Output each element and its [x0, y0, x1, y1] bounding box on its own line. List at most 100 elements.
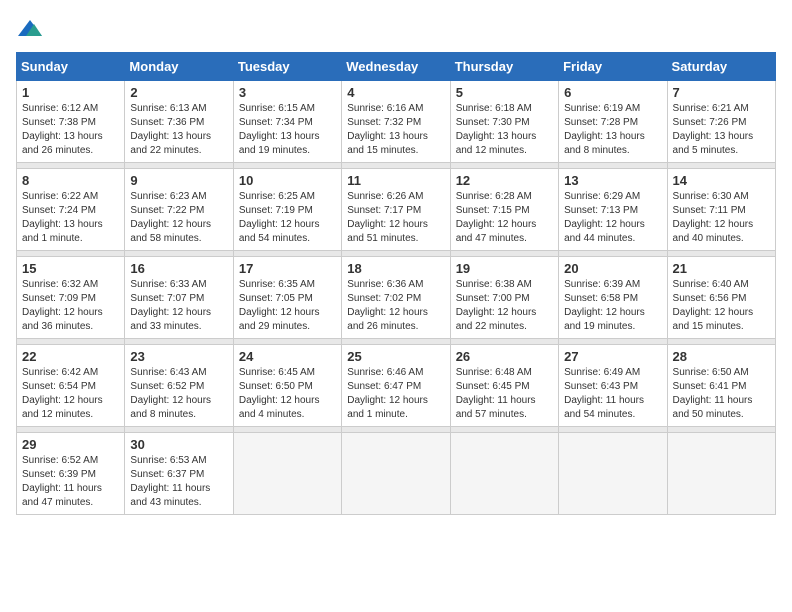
calendar-cell: 9 Sunrise: 6:23 AM Sunset: 7:22 PM Daylig… — [125, 169, 233, 251]
day-header-tuesday: Tuesday — [233, 53, 341, 81]
calendar-cell: 11 Sunrise: 6:26 AM Sunset: 7:17 PM Dayli… — [342, 169, 450, 251]
calendar-cell — [667, 433, 775, 515]
calendar-cell: 21Sunrise: 6:40 AM Sunset: 6:56 PM Dayli… — [667, 257, 775, 339]
day-number: 3 — [239, 85, 336, 100]
day-info: Sunrise: 6:53 AM Sunset: 6:37 PM Dayligh… — [130, 454, 227, 510]
day-number: 12 — [456, 173, 553, 188]
day-info: Sunrise: 6:18 AM Sunset: 7:30 PM Dayligh… — [456, 102, 553, 158]
day-number: 22 — [22, 349, 119, 364]
calendar-cell: 22 Sunrise: 6:42 AM Sunset: 6:54 PM Dayli… — [17, 345, 125, 427]
day-number: 16 — [130, 261, 227, 276]
day-number: 10 — [239, 173, 336, 188]
calendar-cell: 20 Sunrise: 6:39 AM Sunset: 6:58 PM Dayli… — [559, 257, 667, 339]
calendar-cell: 28 Sunrise: 6:50 AM Sunset: 6:41 PM Dayli… — [667, 345, 775, 427]
day-number: 6 — [564, 85, 661, 100]
calendar-cell — [559, 433, 667, 515]
day-number: 2 — [130, 85, 227, 100]
day-number: 30 — [130, 437, 227, 452]
calendar-cell: 30 Sunrise: 6:53 AM Sunset: 6:37 PM Dayli… — [125, 433, 233, 515]
calendar-week-1: 1Sunrise: 6:12 AM Sunset: 7:38 PM Daylig… — [17, 81, 776, 163]
day-info: Sunrise: 6:32 AM Sunset: 7:09 PM Dayligh… — [22, 278, 119, 334]
calendar-cell: 13Sunrise: 6:29 AM Sunset: 7:13 PM Dayli… — [559, 169, 667, 251]
calendar-cell: 12 Sunrise: 6:28 AM Sunset: 7:15 PM Dayli… — [450, 169, 558, 251]
calendar-week-5: 29 Sunrise: 6:52 AM Sunset: 6:39 PM Dayli… — [17, 433, 776, 515]
day-info: Sunrise: 6:15 AM Sunset: 7:34 PM Dayligh… — [239, 102, 336, 158]
day-info: Sunrise: 6:39 AM Sunset: 6:58 PM Dayligh… — [564, 278, 661, 334]
calendar-cell: 27Sunrise: 6:49 AM Sunset: 6:43 PM Dayli… — [559, 345, 667, 427]
day-info: Sunrise: 6:23 AM Sunset: 7:22 PM Dayligh… — [130, 190, 227, 246]
day-info: Sunrise: 6:46 AM Sunset: 6:47 PM Dayligh… — [347, 366, 444, 422]
calendar-week-3: 15 Sunrise: 6:32 AM Sunset: 7:09 PM Dayli… — [17, 257, 776, 339]
day-number: 15 — [22, 261, 119, 276]
day-number: 7 — [673, 85, 770, 100]
day-number: 5 — [456, 85, 553, 100]
calendar-cell: 18Sunrise: 6:36 AM Sunset: 7:02 PM Dayli… — [342, 257, 450, 339]
day-info: Sunrise: 6:35 AM Sunset: 7:05 PM Dayligh… — [239, 278, 336, 334]
day-info: Sunrise: 6:13 AM Sunset: 7:36 PM Dayligh… — [130, 102, 227, 158]
day-info: Sunrise: 6:48 AM Sunset: 6:45 PM Dayligh… — [456, 366, 553, 422]
day-info: Sunrise: 6:28 AM Sunset: 7:15 PM Dayligh… — [456, 190, 553, 246]
day-info: Sunrise: 6:50 AM Sunset: 6:41 PM Dayligh… — [673, 366, 770, 422]
day-info: Sunrise: 6:22 AM Sunset: 7:24 PM Dayligh… — [22, 190, 119, 246]
day-header-monday: Monday — [125, 53, 233, 81]
day-header-friday: Friday — [559, 53, 667, 81]
calendar-cell: 16 Sunrise: 6:33 AM Sunset: 7:07 PM Dayli… — [125, 257, 233, 339]
calendar-cell: 2 Sunrise: 6:13 AM Sunset: 7:36 PM Daylig… — [125, 81, 233, 163]
calendar-cell: 5 Sunrise: 6:18 AM Sunset: 7:30 PM Daylig… — [450, 81, 558, 163]
day-info: Sunrise: 6:49 AM Sunset: 6:43 PM Dayligh… — [564, 366, 661, 422]
day-number: 18 — [347, 261, 444, 276]
day-number: 24 — [239, 349, 336, 364]
calendar-cell: 29 Sunrise: 6:52 AM Sunset: 6:39 PM Dayli… — [17, 433, 125, 515]
day-info: Sunrise: 6:33 AM Sunset: 7:07 PM Dayligh… — [130, 278, 227, 334]
day-number: 17 — [239, 261, 336, 276]
day-info: Sunrise: 6:26 AM Sunset: 7:17 PM Dayligh… — [347, 190, 444, 246]
calendar-cell: 14Sunrise: 6:30 AM Sunset: 7:11 PM Dayli… — [667, 169, 775, 251]
day-number: 29 — [22, 437, 119, 452]
day-number: 20 — [564, 261, 661, 276]
day-info: Sunrise: 6:45 AM Sunset: 6:50 PM Dayligh… — [239, 366, 336, 422]
day-number: 28 — [673, 349, 770, 364]
calendar-cell: 24 Sunrise: 6:45 AM Sunset: 6:50 PM Dayli… — [233, 345, 341, 427]
day-number: 8 — [22, 173, 119, 188]
calendar-cell: 26 Sunrise: 6:48 AM Sunset: 6:45 PM Dayli… — [450, 345, 558, 427]
calendar-cell: 17 Sunrise: 6:35 AM Sunset: 7:05 PM Dayli… — [233, 257, 341, 339]
calendar-cell — [450, 433, 558, 515]
day-number: 4 — [347, 85, 444, 100]
calendar-cell — [342, 433, 450, 515]
day-header-sunday: Sunday — [17, 53, 125, 81]
day-header-saturday: Saturday — [667, 53, 775, 81]
calendar-header-row: SundayMondayTuesdayWednesdayThursdayFrid… — [17, 53, 776, 81]
day-number: 11 — [347, 173, 444, 188]
calendar-cell: 10 Sunrise: 6:25 AM Sunset: 7:19 PM Dayli… — [233, 169, 341, 251]
day-number: 9 — [130, 173, 227, 188]
day-info: Sunrise: 6:25 AM Sunset: 7:19 PM Dayligh… — [239, 190, 336, 246]
day-info: Sunrise: 6:38 AM Sunset: 7:00 PM Dayligh… — [456, 278, 553, 334]
day-info: Sunrise: 6:29 AM Sunset: 7:13 PM Dayligh… — [564, 190, 661, 246]
day-header-thursday: Thursday — [450, 53, 558, 81]
day-number: 19 — [456, 261, 553, 276]
calendar-table: SundayMondayTuesdayWednesdayThursdayFrid… — [16, 52, 776, 515]
day-info: Sunrise: 6:21 AM Sunset: 7:26 PM Dayligh… — [673, 102, 770, 158]
calendar-cell: 1Sunrise: 6:12 AM Sunset: 7:38 PM Daylig… — [17, 81, 125, 163]
calendar-cell — [233, 433, 341, 515]
calendar-cell: 3 Sunrise: 6:15 AM Sunset: 7:34 PM Daylig… — [233, 81, 341, 163]
logo-icon — [16, 16, 44, 44]
day-info: Sunrise: 6:43 AM Sunset: 6:52 PM Dayligh… — [130, 366, 227, 422]
page-header — [16, 16, 776, 44]
calendar-cell: 6 Sunrise: 6:19 AM Sunset: 7:28 PM Daylig… — [559, 81, 667, 163]
calendar-cell: 25 Sunrise: 6:46 AM Sunset: 6:47 PM Dayli… — [342, 345, 450, 427]
calendar-cell: 15 Sunrise: 6:32 AM Sunset: 7:09 PM Dayli… — [17, 257, 125, 339]
day-info: Sunrise: 6:42 AM Sunset: 6:54 PM Dayligh… — [22, 366, 119, 422]
calendar-cell: 8 Sunrise: 6:22 AM Sunset: 7:24 PM Daylig… — [17, 169, 125, 251]
day-header-wednesday: Wednesday — [342, 53, 450, 81]
calendar-cell: 19 Sunrise: 6:38 AM Sunset: 7:00 PM Dayli… — [450, 257, 558, 339]
day-number: 1 — [22, 85, 119, 100]
logo — [16, 16, 48, 44]
calendar-week-2: 8 Sunrise: 6:22 AM Sunset: 7:24 PM Daylig… — [17, 169, 776, 251]
day-number: 26 — [456, 349, 553, 364]
day-info: Sunrise: 6:19 AM Sunset: 7:28 PM Dayligh… — [564, 102, 661, 158]
day-info: Sunrise: 6:16 AM Sunset: 7:32 PM Dayligh… — [347, 102, 444, 158]
day-info: Sunrise: 6:52 AM Sunset: 6:39 PM Dayligh… — [22, 454, 119, 510]
day-number: 25 — [347, 349, 444, 364]
day-number: 14 — [673, 173, 770, 188]
